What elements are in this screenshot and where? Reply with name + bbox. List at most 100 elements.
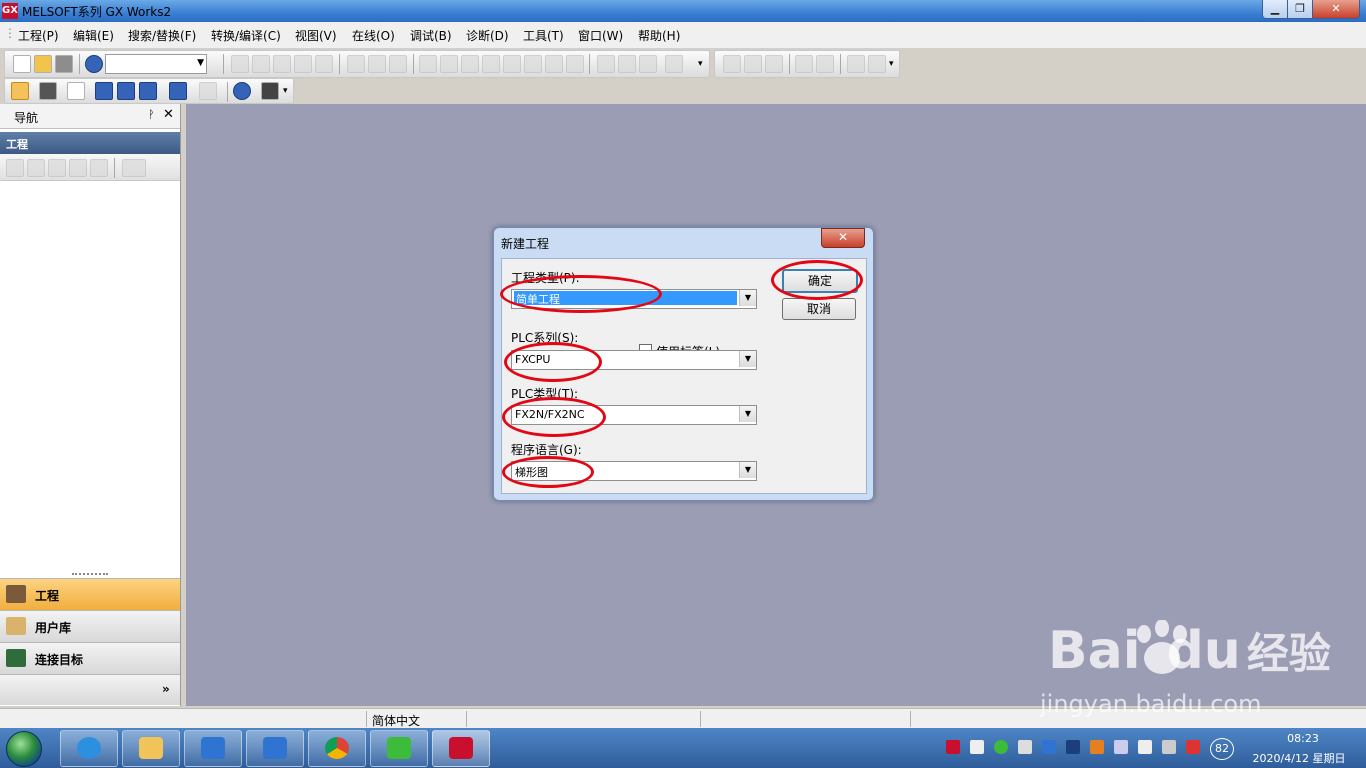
toolbar-overflow-icon[interactable]: ▾ <box>889 59 894 69</box>
chevron-down-icon[interactable]: ▼ <box>739 406 756 422</box>
new-item-icon[interactable] <box>6 159 24 177</box>
monitor-write-icon[interactable] <box>482 55 500 73</box>
new-file-icon[interactable] <box>13 55 31 73</box>
tools-icon[interactable] <box>1018 740 1032 754</box>
ladder-contact-icon[interactable] <box>723 55 741 73</box>
menu-diagnostics[interactable]: 诊断(D) <box>466 27 509 44</box>
tray-app-icon[interactable] <box>946 740 960 754</box>
binoculars-icon[interactable] <box>261 82 279 100</box>
dialog-close-button[interactable]: ✕ <box>821 228 865 248</box>
mute-icon[interactable] <box>1186 740 1200 754</box>
cancel-button[interactable]: 取消 <box>782 298 856 320</box>
menu-convert-compile[interactable]: 转换/编译(C) <box>211 27 281 44</box>
property-icon[interactable] <box>69 159 87 177</box>
dev-test-icon[interactable] <box>566 55 584 73</box>
chevron-down-icon[interactable]: ▼ <box>739 290 756 306</box>
toolbar-combo[interactable]: ▼ <box>105 54 207 74</box>
ladder-delete-line-icon[interactable] <box>868 55 886 73</box>
close-window-button[interactable]: ✕ <box>1312 0 1360 19</box>
copy-icon[interactable] <box>252 55 270 73</box>
monitor-stop-icon[interactable] <box>503 55 521 73</box>
toolbar-overflow-icon[interactable]: ▾ <box>698 59 703 69</box>
battery-indicator[interactable]: 82 <box>1210 738 1234 760</box>
batch-monitor-icon[interactable] <box>524 55 542 73</box>
cut-icon[interactable] <box>231 55 249 73</box>
refresh-icon[interactable] <box>90 159 108 177</box>
device-search-icon[interactable] <box>368 55 386 73</box>
maximize-button[interactable]: ❐ <box>1287 0 1313 19</box>
clock-date[interactable]: 2020/4/12 星期日 <box>1244 750 1354 766</box>
taskbar-wechat[interactable] <box>370 730 428 767</box>
taskbar-chrome[interactable] <box>308 730 366 767</box>
device-list-icon[interactable] <box>389 55 407 73</box>
dev-monitor-icon[interactable] <box>545 55 563 73</box>
simulation-start-icon[interactable] <box>597 55 615 73</box>
taskbar-explorer[interactable] <box>122 730 180 767</box>
menu-project[interactable]: 工程(P) <box>18 27 59 44</box>
plc-series-select[interactable]: FXCPU ▼ <box>511 350 757 370</box>
save-icon[interactable] <box>55 55 73 73</box>
menu-online[interactable]: 在线(O) <box>352 27 395 44</box>
list-icon[interactable] <box>67 82 85 100</box>
ladder-parallel-icon[interactable] <box>765 55 783 73</box>
dev-icon[interactable] <box>95 82 113 100</box>
chevron-down-icon[interactable]: ▼ <box>739 351 756 367</box>
ladder-line-icon[interactable] <box>847 55 865 73</box>
open-folder-icon[interactable] <box>34 55 52 73</box>
close-icon[interactable]: ✕ <box>163 107 174 122</box>
volume-icon[interactable] <box>1090 740 1104 754</box>
menu-view[interactable]: 视图(V) <box>295 27 337 44</box>
dev-cmt-icon[interactable] <box>139 82 157 100</box>
display-icon[interactable] <box>665 55 683 73</box>
help-icon[interactable] <box>85 55 103 73</box>
bluetooth-icon[interactable] <box>1066 740 1080 754</box>
project-type-select[interactable]: 简单工程 ▼ <box>511 289 757 309</box>
pin-icon[interactable]: ᚹ <box>148 108 155 121</box>
menu-help[interactable]: 帮助(H) <box>638 27 680 44</box>
chevron-double-down-icon[interactable]: » <box>162 682 170 696</box>
start-button[interactable] <box>6 731 42 767</box>
nav-button-project[interactable]: 工程 <box>0 578 180 610</box>
redo-icon[interactable] <box>315 55 333 73</box>
network-icon[interactable] <box>1162 740 1176 754</box>
ladder-coil-icon[interactable] <box>795 55 813 73</box>
find-icon[interactable] <box>199 82 217 100</box>
simulation-stop-icon[interactable] <box>618 55 636 73</box>
menu-window[interactable]: 窗口(W) <box>578 27 623 44</box>
undo-icon[interactable] <box>294 55 312 73</box>
sort-icon[interactable] <box>122 159 146 177</box>
project-tree-icon[interactable] <box>11 82 29 100</box>
copy-icon[interactable] <box>27 159 45 177</box>
menu-debug[interactable]: 调试(B) <box>410 27 452 44</box>
menu-tools[interactable]: 工具(T) <box>523 27 564 44</box>
module-icon[interactable] <box>39 82 57 100</box>
minimize-button[interactable]: ▁ <box>1262 0 1288 19</box>
program-language-select[interactable]: 梯形图 ▼ <box>511 461 757 481</box>
device-tray-icon[interactable] <box>1114 740 1128 754</box>
shield-tray-icon[interactable] <box>1042 740 1056 754</box>
plc-type-select[interactable]: FX2N/FX2NC ▼ <box>511 405 757 425</box>
ladder-instruction-icon[interactable] <box>816 55 834 73</box>
wechat-tray-icon[interactable] <box>994 740 1008 754</box>
taskbar-gxworks[interactable] <box>432 730 490 767</box>
chevron-down-icon[interactable]: ▼ <box>739 462 756 478</box>
write-plc-icon[interactable] <box>419 55 437 73</box>
nav-button-user-library[interactable]: 用户库 <box>0 610 180 642</box>
simulation-icon[interactable] <box>639 55 657 73</box>
flag-icon[interactable] <box>970 740 984 754</box>
device-icon[interactable] <box>347 55 365 73</box>
usb-icon[interactable] <box>1138 740 1152 754</box>
ladder-contact-nc-icon[interactable] <box>744 55 762 73</box>
help-icon[interactable] <box>233 82 251 100</box>
monitor-icon[interactable] <box>461 55 479 73</box>
taskbar-security-2[interactable] <box>246 730 304 767</box>
paste-icon[interactable] <box>273 55 291 73</box>
taskbar-security-1[interactable] <box>184 730 242 767</box>
toolbar-overflow-icon[interactable]: ▾ <box>283 86 288 96</box>
ok-button[interactable]: 确定 <box>782 269 858 293</box>
clock-time[interactable]: 08:23 <box>1268 732 1338 745</box>
nav-button-connection-target[interactable]: 连接目标 <box>0 642 180 674</box>
read-plc-icon[interactable] <box>440 55 458 73</box>
watch-icon[interactable] <box>169 82 187 100</box>
taskbar-ie[interactable] <box>60 730 118 767</box>
